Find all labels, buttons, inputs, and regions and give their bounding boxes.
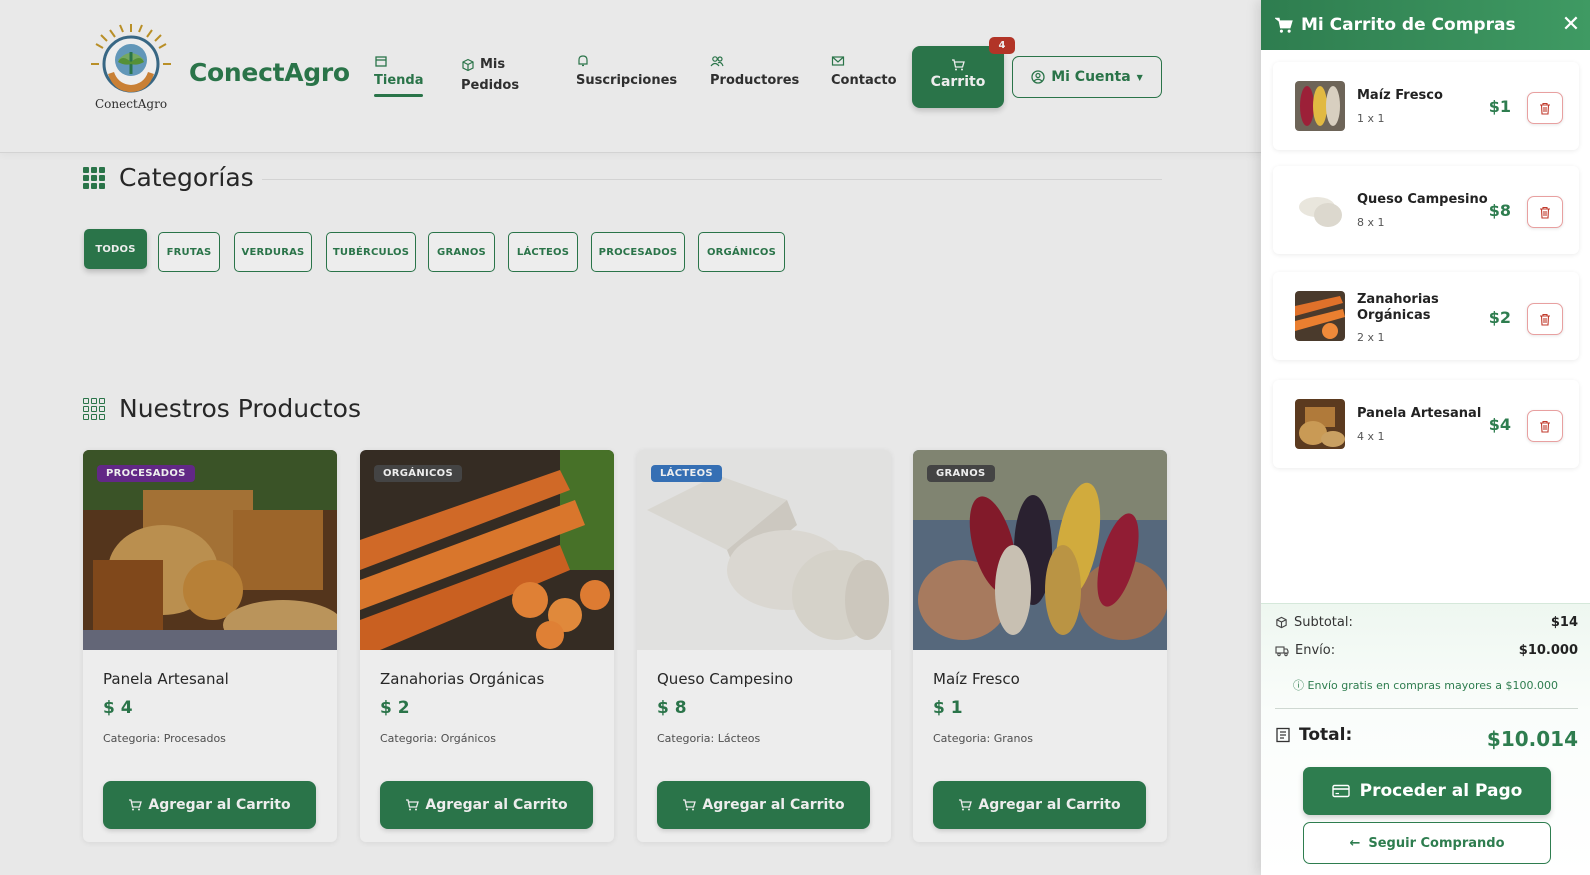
trash-icon bbox=[1540, 206, 1550, 219]
shipping-value: $10.000 bbox=[1518, 643, 1578, 658]
cart-item-qty: 4 x 1 bbox=[1357, 430, 1385, 443]
info-icon: ⓘ bbox=[1293, 679, 1305, 692]
cart-item-name: Panela Artesanal bbox=[1357, 406, 1482, 421]
continue-shopping-button[interactable]: ← Seguir Comprando bbox=[1303, 822, 1551, 864]
free-shipping-note: ⓘ Envío gratis en compras mayores a $100… bbox=[1261, 677, 1590, 693]
remove-item-button[interactable] bbox=[1527, 196, 1563, 228]
total-label: Total: bbox=[1299, 725, 1353, 745]
total-label-row: Total: bbox=[1275, 725, 1352, 745]
cart-item-thumbnail bbox=[1295, 185, 1345, 235]
cart-item-name: Zanahorias Orgánicas bbox=[1357, 292, 1439, 323]
truck-icon bbox=[1275, 646, 1289, 657]
subtotal-row: Subtotal: $14 bbox=[1275, 615, 1578, 630]
subtotal-value: $14 bbox=[1550, 615, 1578, 630]
cart-item: Zanahorias Orgánicas 2 x 1 $2 bbox=[1273, 272, 1579, 360]
cart-item: Maíz Fresco 1 x 1 $1 bbox=[1273, 62, 1579, 150]
cart-icon bbox=[1275, 17, 1293, 33]
cart-item-thumbnail bbox=[1295, 291, 1345, 341]
shipping-row: Envío: $10.000 bbox=[1275, 643, 1578, 658]
trash-icon bbox=[1540, 102, 1550, 115]
cart-item-price: $8 bbox=[1488, 201, 1511, 220]
cart-item-qty: 1 x 1 bbox=[1357, 112, 1385, 125]
proceed-to-payment-button[interactable]: Proceder al Pago bbox=[1303, 767, 1551, 815]
cart-item-thumbnail bbox=[1295, 399, 1345, 449]
close-icon[interactable]: ✕ bbox=[1558, 12, 1584, 38]
remove-item-button[interactable] bbox=[1527, 303, 1563, 335]
modal-backdrop[interactable] bbox=[0, 0, 1261, 875]
subtotal-label: Subtotal: bbox=[1294, 615, 1353, 630]
remove-item-button[interactable] bbox=[1527, 92, 1563, 124]
credit-card-icon bbox=[1331, 784, 1350, 798]
cart-item-price: $1 bbox=[1488, 97, 1511, 116]
pay-button-label: Proceder al Pago bbox=[1359, 781, 1523, 801]
cart-item-thumbnail bbox=[1295, 81, 1345, 131]
cart-summary: Subtotal: $14 Envío: $10.000 ⓘ Envío gra… bbox=[1261, 603, 1590, 875]
summary-divider bbox=[1275, 708, 1578, 709]
cart-panel-header: Mi Carrito de Compras ✕ bbox=[1261, 0, 1590, 50]
continue-button-label: Seguir Comprando bbox=[1368, 835, 1505, 851]
cart-item-price: $2 bbox=[1488, 308, 1511, 327]
cart-panel-title: Mi Carrito de Compras bbox=[1301, 15, 1516, 35]
shipping-label: Envío: bbox=[1295, 643, 1336, 658]
cart-item: Queso Campesino 8 x 1 $8 bbox=[1273, 166, 1579, 254]
remove-item-button[interactable] bbox=[1527, 410, 1563, 442]
cart-item-qty: 2 x 1 bbox=[1357, 331, 1385, 344]
receipt-icon bbox=[1276, 727, 1290, 743]
cart-item: Panela Artesanal 4 x 1 $4 bbox=[1273, 380, 1579, 468]
trash-icon bbox=[1540, 420, 1550, 433]
arrow-left-icon: ← bbox=[1349, 835, 1361, 851]
cart-panel: Mi Carrito de Compras ✕ Maíz Fresco 1 x … bbox=[1261, 0, 1590, 875]
cart-item-name: Queso Campesino bbox=[1357, 192, 1488, 207]
cart-item-price: $4 bbox=[1488, 415, 1511, 434]
cart-item-name: Maíz Fresco bbox=[1357, 88, 1443, 103]
trash-icon bbox=[1540, 313, 1550, 326]
box-icon bbox=[1276, 616, 1287, 629]
cart-item-qty: 8 x 1 bbox=[1357, 216, 1385, 229]
free-shipping-text: Envío gratis en compras mayores a $100.0… bbox=[1307, 679, 1558, 692]
total-value: $10.014 bbox=[1486, 727, 1578, 751]
